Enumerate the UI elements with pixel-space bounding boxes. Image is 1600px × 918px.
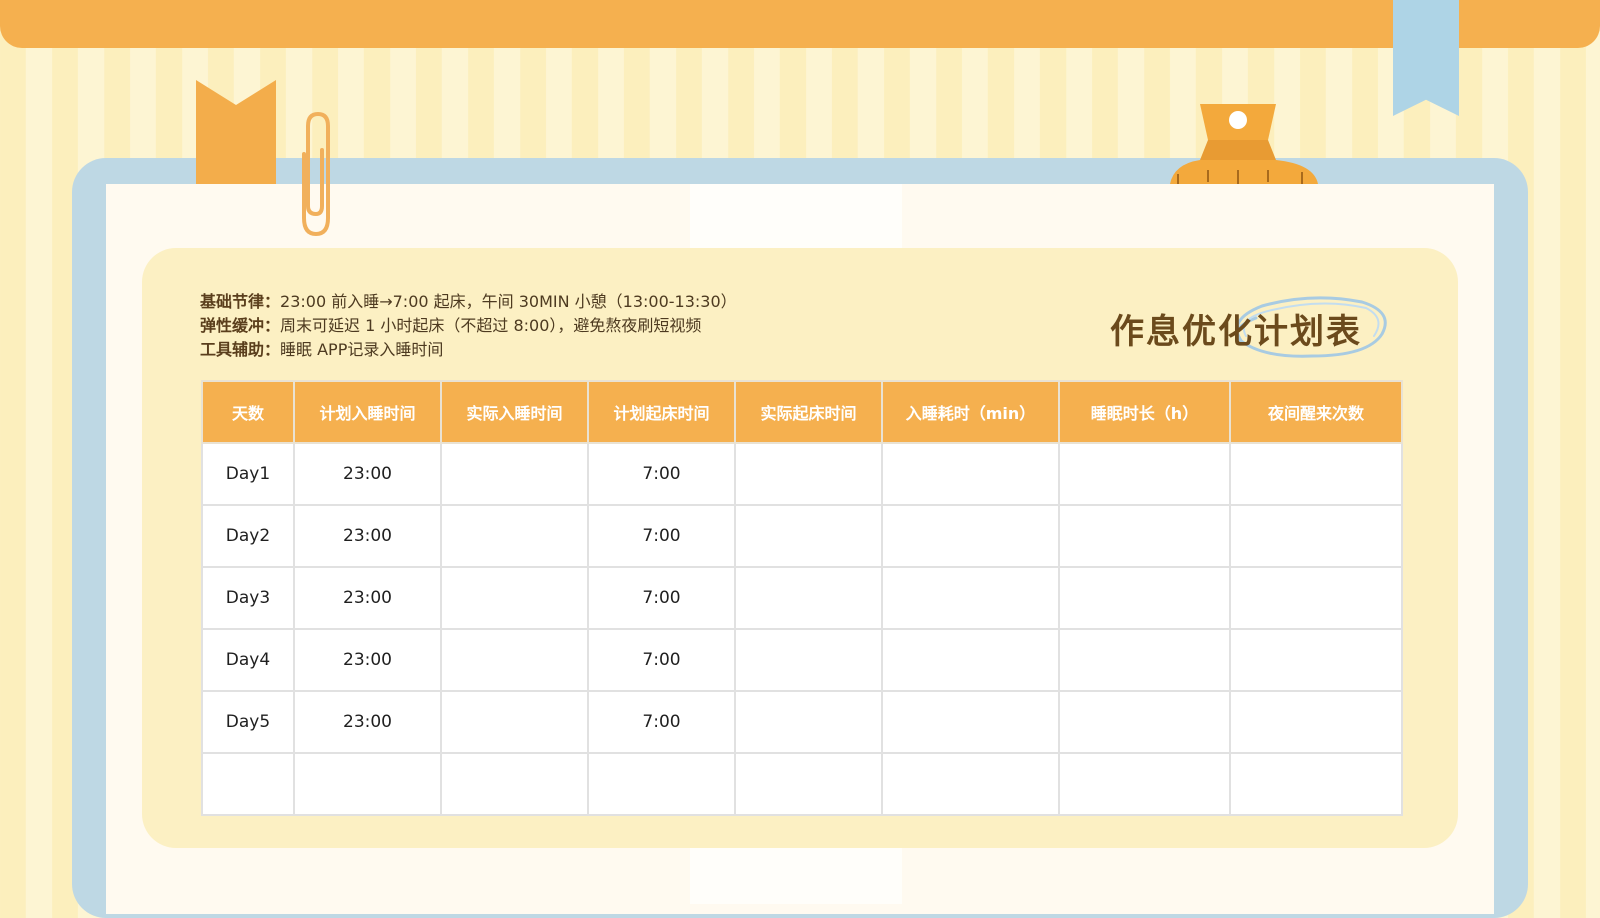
cell-actual-sleep[interactable] — [440, 504, 589, 568]
cell-actual-wake[interactable] — [734, 442, 883, 506]
table-row: Day2 23:00 7:00 — [201, 504, 1403, 568]
table-row: Day1 23:00 7:00 — [201, 442, 1403, 506]
cell-actual-sleep[interactable] — [440, 752, 589, 816]
cell-actual-wake[interactable] — [734, 628, 883, 692]
cell-sleep-latency[interactable] — [881, 628, 1060, 692]
page-title: 作息优化计划表 — [1110, 312, 1362, 352]
header-sleep-duration: 睡眠时长（h） — [1058, 380, 1231, 444]
info-notes: 基础节律：23:00 前入睡→7:00 起床，午间 30MIN 小憩（13:00… — [200, 290, 737, 362]
cell-sleep-latency[interactable] — [881, 566, 1060, 630]
info-text: 23:00 前入睡→7:00 起床，午间 30MIN 小憩（13:00-13:3… — [280, 292, 737, 311]
info-line-tools: 工具辅助：睡眠 APP记录入睡时间 — [200, 338, 737, 362]
cell-planned-sleep[interactable] — [293, 752, 442, 816]
cell-actual-wake[interactable] — [734, 752, 883, 816]
cell-day: Day1 — [201, 442, 295, 506]
cell-actual-sleep[interactable] — [440, 690, 589, 754]
cell-sleep-duration[interactable] — [1058, 504, 1231, 568]
cell-sleep-latency[interactable] — [881, 752, 1060, 816]
cell-sleep-duration[interactable] — [1058, 628, 1231, 692]
header-sleep-latency: 入睡耗时（min） — [881, 380, 1060, 444]
cell-sleep-duration[interactable] — [1058, 690, 1231, 754]
cell-actual-sleep[interactable] — [440, 442, 589, 506]
ribbon-icon — [1393, 0, 1459, 116]
cell-sleep-duration[interactable] — [1058, 752, 1231, 816]
header-planned-sleep: 计划入睡时间 — [293, 380, 442, 444]
cell-night-wakings[interactable] — [1229, 628, 1403, 692]
cell-day: Day4 — [201, 628, 295, 692]
info-line-rhythm: 基础节律：23:00 前入睡→7:00 起床，午间 30MIN 小憩（13:00… — [200, 290, 737, 314]
cell-planned-wake: 7:00 — [587, 442, 736, 506]
paperclip-icon — [302, 112, 330, 236]
cell-actual-wake[interactable] — [734, 690, 883, 754]
info-label: 基础节律： — [200, 292, 281, 311]
cell-sleep-latency[interactable] — [881, 690, 1060, 754]
cell-day: Day2 — [201, 504, 295, 568]
table-row: Day3 23:00 7:00 — [201, 566, 1403, 630]
cell-planned-sleep: 23:00 — [293, 628, 442, 692]
cell-sleep-duration[interactable] — [1058, 566, 1231, 630]
info-label: 工具辅助： — [200, 340, 281, 359]
info-text: 周末可延迟 1 小时起床（不超过 8:00），避免熬夜刷短视频 — [280, 316, 702, 335]
table-row — [201, 752, 1403, 816]
cell-planned-sleep: 23:00 — [293, 504, 442, 568]
cell-night-wakings[interactable] — [1229, 504, 1403, 568]
cell-actual-wake[interactable] — [734, 566, 883, 630]
cell-actual-sleep[interactable] — [440, 628, 589, 692]
header-night-wakings: 夜间醒来次数 — [1229, 380, 1403, 444]
cell-sleep-latency[interactable] — [881, 442, 1060, 506]
cell-day: Day3 — [201, 566, 295, 630]
cell-planned-sleep: 23:00 — [293, 690, 442, 754]
cell-night-wakings[interactable] — [1229, 566, 1403, 630]
bookmark-icon — [196, 80, 276, 184]
header-actual-wake: 实际起床时间 — [734, 380, 883, 444]
cell-day[interactable] — [201, 752, 295, 816]
top-banner — [0, 0, 1600, 48]
cell-planned-wake: 7:00 — [587, 566, 736, 630]
binder-clip-icon — [1170, 104, 1318, 184]
cell-actual-wake[interactable] — [734, 504, 883, 568]
cell-night-wakings[interactable] — [1229, 752, 1403, 816]
cell-planned-wake[interactable] — [587, 752, 736, 816]
cell-day: Day5 — [201, 690, 295, 754]
cell-night-wakings[interactable] — [1229, 690, 1403, 754]
table-row: Day5 23:00 7:00 — [201, 690, 1403, 754]
cell-sleep-duration[interactable] — [1058, 442, 1231, 506]
info-label: 弹性缓冲： — [200, 316, 281, 335]
table-header-row: 天数 计划入睡时间 实际入睡时间 计划起床时间 实际起床时间 入睡耗时（min）… — [201, 380, 1403, 444]
header-planned-wake: 计划起床时间 — [587, 380, 736, 444]
cell-planned-wake: 7:00 — [587, 690, 736, 754]
cell-planned-wake: 7:00 — [587, 628, 736, 692]
cell-planned-wake: 7:00 — [587, 504, 736, 568]
header-actual-sleep: 实际入睡时间 — [440, 380, 589, 444]
header-day: 天数 — [201, 380, 295, 444]
info-text: 睡眠 APP记录入睡时间 — [280, 340, 444, 359]
cell-actual-sleep[interactable] — [440, 566, 589, 630]
sleep-schedule-table: 天数 计划入睡时间 实际入睡时间 计划起床时间 实际起床时间 入睡耗时（min）… — [201, 380, 1403, 816]
cell-sleep-latency[interactable] — [881, 504, 1060, 568]
cell-planned-sleep: 23:00 — [293, 442, 442, 506]
cell-night-wakings[interactable] — [1229, 442, 1403, 506]
info-line-buffer: 弹性缓冲：周末可延迟 1 小时起床（不超过 8:00），避免熬夜刷短视频 — [200, 314, 737, 338]
cell-planned-sleep: 23:00 — [293, 566, 442, 630]
table-row: Day4 23:00 7:00 — [201, 628, 1403, 692]
